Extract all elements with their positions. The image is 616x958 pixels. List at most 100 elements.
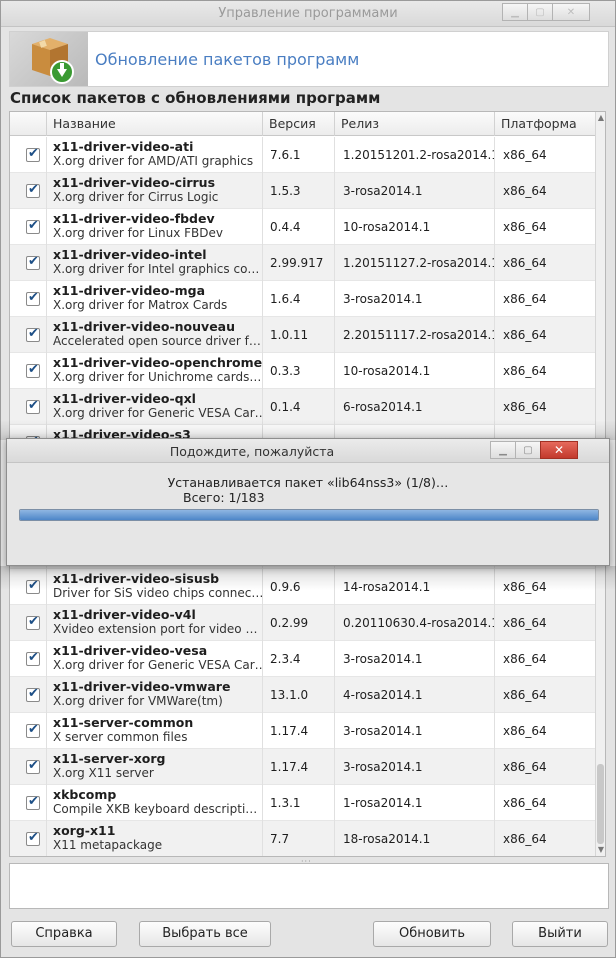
- check-icon[interactable]: [26, 686, 40, 702]
- cell-name: x11-driver-video-mga X.org driver for Mat…: [46, 281, 262, 317]
- column-header-version[interactable]: Версия: [262, 112, 334, 136]
- table-row[interactable]: x11-driver-video-v4lXvideo extension por…: [10, 605, 596, 641]
- cell-name: x11-driver-video-nouveau Accelerated open…: [46, 317, 262, 353]
- table-row[interactable]: xorg-x11X11 metapackage7.718-rosa2014.1x…: [10, 821, 596, 856]
- cell-release: 2.20151117.2-rosa2014.1: [334, 317, 494, 353]
- update-button[interactable]: Обновить: [373, 921, 491, 947]
- check-icon[interactable]: [26, 362, 40, 378]
- dialog-shadow-bottom: [0, 566, 616, 590]
- column-header-platform[interactable]: Платформа: [494, 112, 596, 136]
- cell-name: x11-driver-video-ati X.org driver for AMD…: [46, 137, 262, 173]
- check-icon[interactable]: [26, 650, 40, 666]
- package-description: X.org driver for Cirrus Logic: [53, 190, 219, 204]
- dialog-maximize-icon[interactable]: ▢: [515, 441, 541, 459]
- table-row[interactable]: x11-driver-video-openchromeX.org driver …: [10, 353, 596, 389]
- check-icon[interactable]: [26, 722, 40, 738]
- cell-name: x11-server-xorg X.org X11 server: [46, 749, 262, 785]
- help-button[interactable]: Справка: [11, 921, 117, 947]
- cell-version: 1.17.4: [262, 749, 334, 785]
- package-description: X11 metapackage: [53, 838, 163, 852]
- package-name: xorg-x11: [53, 823, 116, 838]
- check-icon[interactable]: [26, 254, 40, 270]
- check-icon[interactable]: [26, 290, 40, 306]
- cell-platform: x86_64: [494, 209, 596, 245]
- cell-platform: x86_64: [494, 137, 596, 173]
- table-row[interactable]: x11-driver-video-vmwareX.org driver for …: [10, 677, 596, 713]
- cell-release: 3-rosa2014.1: [334, 713, 494, 749]
- package-description: X.org driver for Linux FBDev: [53, 226, 223, 240]
- cell-release: 1.20151201.2-rosa2014.1: [334, 137, 494, 173]
- table-header: Название Версия Релиз Платформа: [10, 112, 596, 136]
- package-description: Accelerated open source driver f…: [53, 334, 261, 348]
- package-name: x11-server-common: [53, 715, 194, 730]
- log-area: [9, 863, 609, 909]
- check-icon[interactable]: [26, 830, 40, 846]
- check-icon[interactable]: [26, 758, 40, 774]
- cell-release: 10-rosa2014.1: [334, 209, 494, 245]
- package-description: Xvideo extension port for video …: [53, 622, 258, 636]
- dialog-close-icon[interactable]: ✕: [540, 441, 578, 459]
- package-name: x11-driver-video-cirrus: [53, 175, 216, 190]
- check-icon[interactable]: [26, 398, 40, 414]
- package-description: X server common files: [53, 730, 188, 744]
- cell-version: 1.5.3: [262, 173, 334, 209]
- check-icon[interactable]: [26, 614, 40, 630]
- column-header-release[interactable]: Релиз: [334, 112, 494, 136]
- column-header-check[interactable]: [10, 112, 46, 136]
- package-name: x11-driver-video-mga: [53, 283, 206, 298]
- cell-platform: x86_64: [494, 245, 596, 281]
- cell-release: 3-rosa2014.1: [334, 641, 494, 677]
- table-row[interactable]: x11-driver-video-cirrusX.org driver for …: [10, 173, 596, 209]
- cell-version: 1.6.4: [262, 281, 334, 317]
- column-header-name[interactable]: Название: [46, 112, 262, 136]
- cell-name: xorg-x11 X11 metapackage: [46, 821, 262, 856]
- cell-release: 1.20151127.2-rosa2014.1: [334, 245, 494, 281]
- check-icon[interactable]: [26, 218, 40, 234]
- cell-version: 1.17.4: [262, 713, 334, 749]
- table-row[interactable]: x11-server-xorgX.org X11 server1.17.43-r…: [10, 749, 596, 785]
- scroll-down-icon[interactable]: ▼: [596, 845, 605, 855]
- scroll-thumb[interactable]: [597, 764, 604, 844]
- table-row[interactable]: x11-driver-video-nouveauAccelerated open…: [10, 317, 596, 353]
- table-row[interactable]: x11-driver-video-atiX.org driver for AMD…: [10, 137, 596, 173]
- minimize-icon[interactable]: ▁: [502, 3, 528, 21]
- check-icon[interactable]: [26, 146, 40, 162]
- cell-release: 0.20110630.4-rosa2014.1: [334, 605, 494, 641]
- select-all-button[interactable]: Выбрать все: [139, 921, 271, 947]
- cell-name: x11-driver-video-openchrome X.org driver …: [46, 353, 262, 389]
- cell-name: x11-driver-video-vesa X.org driver for Ge…: [46, 641, 262, 677]
- list-label: Список пакетов с обновлениями программ: [10, 89, 381, 107]
- package-description: X.org driver for VMWare(tm): [53, 694, 223, 708]
- cell-platform: x86_64: [494, 749, 596, 785]
- package-name: x11-driver-video-fbdev: [53, 211, 215, 226]
- table-row[interactable]: x11-driver-video-vesaX.org driver for Ge…: [10, 641, 596, 677]
- check-icon[interactable]: [26, 326, 40, 342]
- exit-button[interactable]: Выйти: [512, 921, 608, 947]
- dialog-title-bar[interactable]: Подождите, пожалуйста ▁ ▢ ✕: [7, 439, 609, 463]
- dialog-total: Всего: 1/183: [183, 490, 265, 505]
- cell-version: 1.3.1: [262, 785, 334, 821]
- cell-name: x11-driver-video-cirrus X.org driver for …: [46, 173, 262, 209]
- progress-dialog: Подождите, пожалуйста ▁ ▢ ✕ Устанавливае…: [6, 438, 610, 566]
- cell-platform: x86_64: [494, 641, 596, 677]
- cell-platform: x86_64: [494, 281, 596, 317]
- title-bar[interactable]: Управление программами ▁ ▢ ✕: [1, 1, 615, 27]
- dialog-minimize-icon[interactable]: ▁: [490, 441, 516, 459]
- table-row[interactable]: x11-server-commonX server common files 1.…: [10, 713, 596, 749]
- package-description: Compile XKB keyboard descripti…: [53, 802, 258, 816]
- close-icon[interactable]: ✕: [552, 3, 590, 21]
- check-icon[interactable]: [26, 794, 40, 810]
- table-row[interactable]: xkbcompCompile XKB keyboard descripti…1.…: [10, 785, 596, 821]
- dialog-shadow-top: [0, 420, 616, 440]
- cell-release: 18-rosa2014.1: [334, 821, 494, 856]
- table-row[interactable]: x11-driver-video-mgaX.org driver for Mat…: [10, 281, 596, 317]
- table-row[interactable]: x11-driver-video-fbdevX.org driver for L…: [10, 209, 596, 245]
- scroll-up-icon[interactable]: ▲: [596, 113, 605, 123]
- maximize-icon[interactable]: ▢: [527, 3, 553, 21]
- check-icon[interactable]: [26, 182, 40, 198]
- table-row[interactable]: x11-driver-video-intelX.org driver for I…: [10, 245, 596, 281]
- package-name: x11-driver-video-vesa: [53, 643, 208, 658]
- package-description: X.org driver for Unichrome cards…: [53, 370, 262, 384]
- cell-version: 7.7: [262, 821, 334, 856]
- cell-platform: x86_64: [494, 605, 596, 641]
